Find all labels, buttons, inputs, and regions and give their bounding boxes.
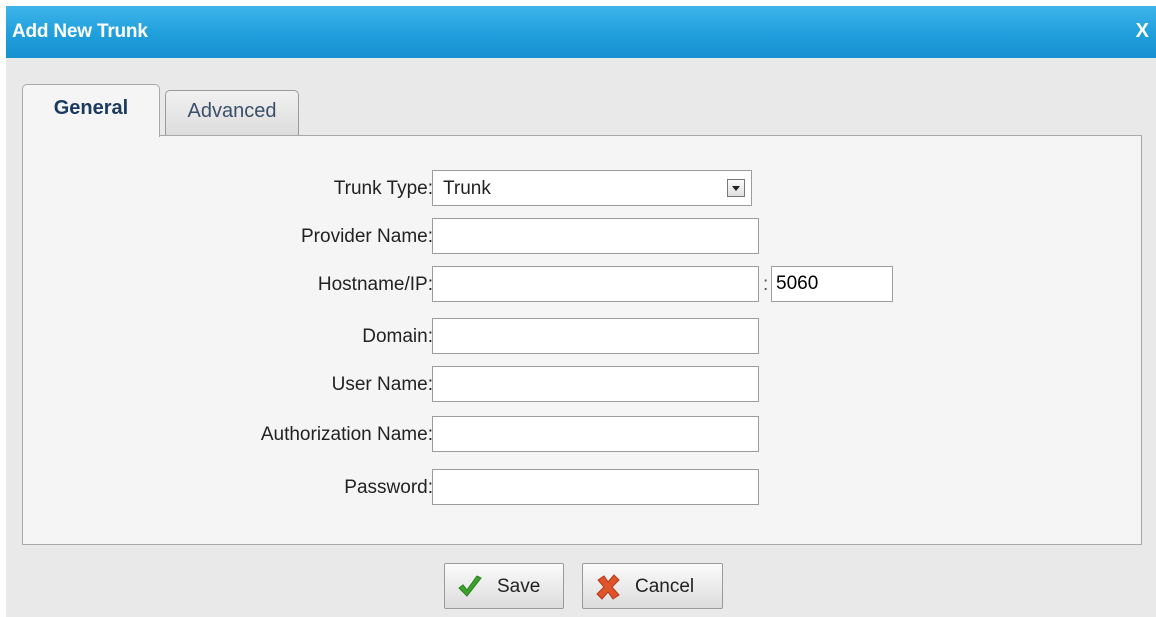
tab-advanced[interactable]: Advanced xyxy=(165,90,299,136)
trunk-type-select[interactable]: Trunk xyxy=(432,170,752,206)
port-input[interactable] xyxy=(771,266,893,302)
domain-input[interactable] xyxy=(432,318,759,354)
tab-general[interactable]: General xyxy=(22,84,160,137)
provider-name-label: Provider Name: xyxy=(301,226,433,247)
dialog-title: Add New Trunk xyxy=(12,21,148,42)
password-row: Password: xyxy=(23,469,1123,505)
trunk-type-row: Trunk Type: Trunk xyxy=(23,170,1123,206)
authorization-name-label: Authorization Name: xyxy=(260,424,433,445)
hostname-input[interactable] xyxy=(432,266,759,302)
user-name-label: User Name: xyxy=(331,374,433,395)
save-button-label: Save xyxy=(497,576,541,597)
checkmark-icon xyxy=(458,575,482,597)
domain-row: Domain: xyxy=(23,318,1123,354)
port-separator: : xyxy=(763,274,769,295)
authorization-name-input[interactable] xyxy=(432,416,759,452)
user-name-row: User Name: xyxy=(23,366,1123,402)
user-name-input[interactable] xyxy=(432,366,759,402)
chevron-down-icon[interactable] xyxy=(727,179,745,197)
add-trunk-dialog: Add New Trunk X General Advanced Trunk T… xyxy=(6,6,1156,617)
cancel-button-label: Cancel xyxy=(635,576,695,597)
password-label: Password: xyxy=(344,477,433,498)
trunk-type-label: Trunk Type: xyxy=(333,178,433,199)
provider-name-input[interactable] xyxy=(432,218,759,254)
provider-name-row: Provider Name: xyxy=(23,218,1123,254)
cancel-button[interactable]: Cancel xyxy=(582,563,723,609)
domain-label: Domain: xyxy=(362,326,433,347)
dialog-titlebar: Add New Trunk X xyxy=(6,6,1156,58)
password-input[interactable] xyxy=(432,469,759,505)
hostname-label: Hostname/IP: xyxy=(317,274,433,295)
save-button[interactable]: Save xyxy=(444,563,564,609)
trunk-type-value: Trunk xyxy=(443,178,491,199)
hostname-row: Hostname/IP: : xyxy=(23,266,1123,302)
general-panel: Trunk Type: Trunk Provider Name: Hostnam… xyxy=(22,135,1142,545)
close-button[interactable]: X xyxy=(1136,20,1149,43)
x-icon xyxy=(596,574,620,600)
authorization-name-row: Authorization Name: xyxy=(23,416,1123,452)
